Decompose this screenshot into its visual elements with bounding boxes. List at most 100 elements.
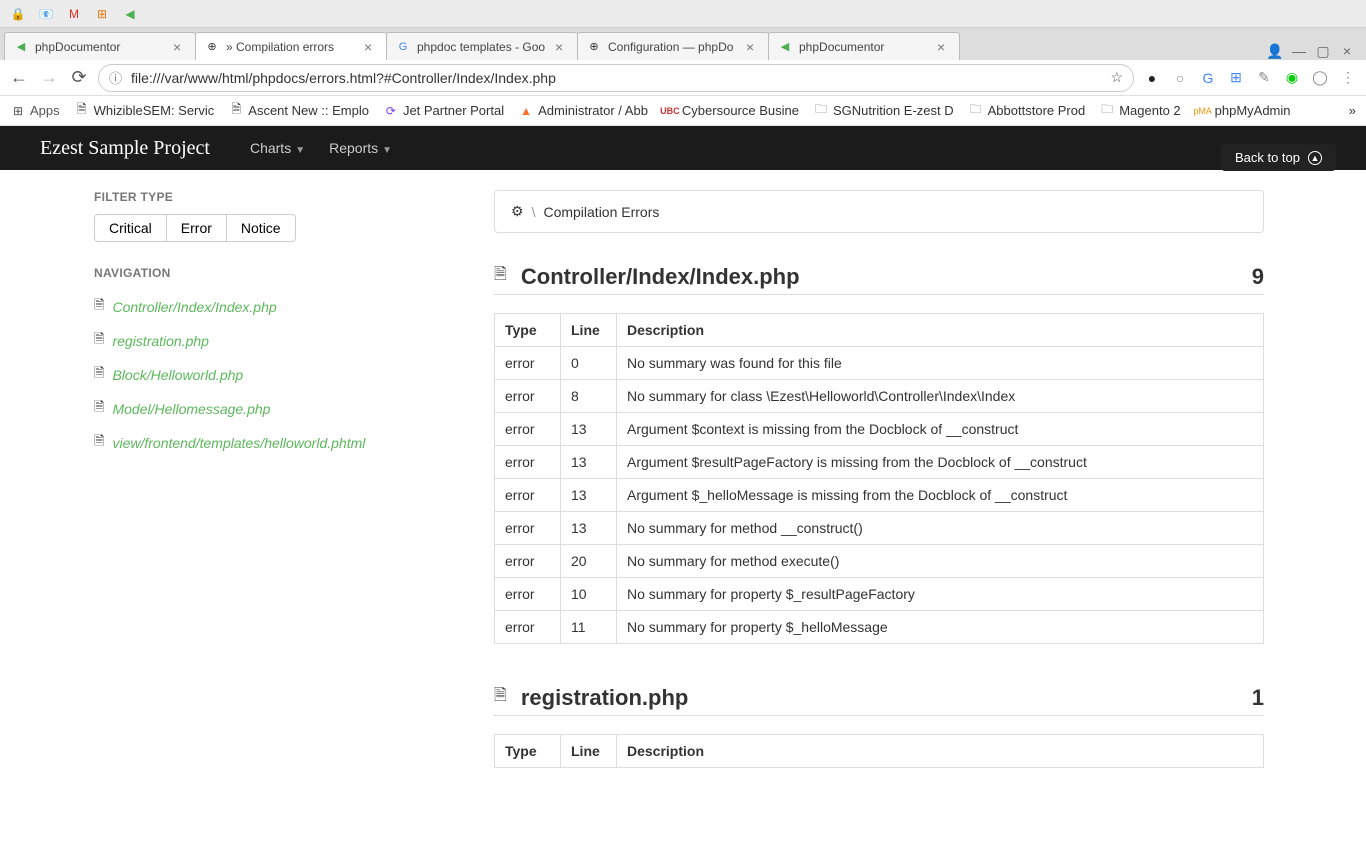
menu-charts[interactable]: Charts▼ [250, 140, 305, 156]
pma-icon: pMA [1195, 103, 1211, 119]
nav-list: 🗎Controller/Index/Index.php 🗎registratio… [94, 290, 454, 460]
filter-error-button[interactable]: Error [167, 214, 227, 242]
table-cell-line: 10 [561, 578, 617, 611]
extension-icon[interactable]: ◉ [1282, 68, 1302, 88]
errors-table: TypeLineDescriptionerror0No summary was … [494, 313, 1264, 644]
extension-icon[interactable]: ✎ [1254, 68, 1274, 88]
menu-reports[interactable]: Reports▼ [329, 140, 392, 156]
error-count: 1 [1252, 685, 1264, 711]
extension-icon[interactable]: ⊞ [1226, 68, 1246, 88]
user-icon[interactable]: 👤 [1266, 42, 1284, 60]
table-row: error13Argument $context is missing from… [495, 413, 1264, 446]
tab-title: phpDocumentor [799, 40, 933, 54]
info-icon[interactable]: ⓘ [109, 68, 125, 87]
bookmark-item[interactable]: 🗎WhizibleSEM: Servic [74, 103, 215, 119]
folder-icon: 🗀 [813, 103, 829, 119]
reload-button[interactable]: ⟳ [68, 67, 90, 89]
bookmark-item[interactable]: 🗎Ascent New :: Emplo [228, 103, 369, 119]
page-content: FILTER TYPE Critical Error Notice NAVIGA… [0, 170, 1366, 848]
bookmark-label: Administrator / Abb [538, 103, 648, 118]
nav-link[interactable]: Block/Helloworld.php [112, 367, 243, 383]
table-row: error10No summary for property $_resultP… [495, 578, 1264, 611]
file-name: registration.php [521, 685, 1252, 711]
table-cell-desc: No summary for method __construct() [617, 512, 1264, 545]
nav-link[interactable]: Model/Hellomessage.php [112, 401, 270, 417]
minimize-icon[interactable]: — [1290, 42, 1308, 60]
table-cell-line: 8 [561, 380, 617, 413]
close-window-icon[interactable]: × [1338, 42, 1356, 60]
filter-notice-button[interactable]: Notice [227, 214, 296, 242]
arrow-up-icon: ▲ [1308, 151, 1322, 165]
ubc-icon: UBC [662, 103, 678, 119]
file-icon: 🗎 [94, 330, 104, 352]
bookmark-star-icon[interactable]: ☆ [1110, 69, 1123, 86]
table-header: Description [617, 314, 1264, 347]
close-icon[interactable]: × [746, 40, 760, 54]
extension-icon[interactable]: G [1198, 68, 1218, 88]
taskbar-icon-office[interactable]: ⊞ [90, 4, 114, 24]
tab-title: phpDocumentor [35, 40, 169, 54]
apps-button[interactable]: ⊞Apps [10, 103, 60, 119]
sidebar: FILTER TYPE Critical Error Notice NAVIGA… [94, 190, 454, 808]
chevron-down-icon: ▼ [295, 145, 305, 156]
filter-critical-button[interactable]: Critical [94, 214, 167, 242]
bookmark-label: Abbottstore Prod [988, 103, 1086, 118]
file-heading: 🗎Controller/Index/Index.php9 [494, 263, 1264, 295]
address-input[interactable]: ⓘ file:///var/www/html/phpdocs/errors.ht… [98, 64, 1134, 92]
table-cell-desc: Argument $context is missing from the Do… [617, 413, 1264, 446]
extension-icon[interactable]: ● [1142, 68, 1162, 88]
browser-tab[interactable]: G phpdoc templates - Goo × [386, 32, 578, 60]
bookmark-item[interactable]: ⟳Jet Partner Portal [383, 103, 504, 119]
browser-tab[interactable]: ⊕ » Compilation errors × [195, 32, 387, 60]
back-to-top-label: Back to top [1235, 150, 1300, 165]
table-cell-type: error [495, 380, 561, 413]
table-cell-type: error [495, 611, 561, 644]
page-navbar: Ezest Sample Project Charts▼ Reports▼ [0, 126, 1366, 170]
close-icon[interactable]: × [173, 40, 187, 54]
nav-link[interactable]: Controller/Index/Index.php [112, 299, 276, 315]
bookmark-item[interactable]: 🗀SGNutrition E-zest D [813, 103, 954, 119]
table-cell-type: error [495, 578, 561, 611]
address-bar-row: ← → ⟳ ⓘ file:///var/www/html/phpdocs/err… [0, 60, 1366, 96]
nav-link[interactable]: view/frontend/templates/helloworld.phtml [112, 435, 365, 451]
menu-icon[interactable]: ⋮ [1338, 68, 1358, 88]
taskbar-icon-gmail[interactable]: M [62, 4, 86, 24]
extension-icon[interactable]: ◯ [1310, 68, 1330, 88]
bookmark-item[interactable]: 🗀 Abbottstore Prod [968, 103, 1086, 119]
maximize-icon[interactable]: ▢ [1314, 42, 1332, 60]
browser-tab[interactable]: ⊕ Configuration — phpDo × [577, 32, 769, 60]
table-cell-line: 13 [561, 512, 617, 545]
bookmark-label: Magento 2 [1119, 103, 1180, 118]
taskbar-icon-outlook[interactable]: 📧 [34, 4, 58, 24]
bookmark-label: phpMyAdmin [1215, 103, 1291, 118]
extension-icon[interactable]: ○ [1170, 68, 1190, 88]
table-cell-type: error [495, 347, 561, 380]
taskbar-icon-phpdoc[interactable]: ◀ [118, 4, 142, 24]
browser-tab[interactable]: ◀ phpDocumentor × [4, 32, 196, 60]
close-icon[interactable]: × [937, 40, 951, 54]
bookmark-label: Cybersource Busine [682, 103, 799, 118]
table-header: Line [561, 314, 617, 347]
table-cell-type: error [495, 545, 561, 578]
error-count: 9 [1252, 264, 1264, 290]
bookmark-item[interactable]: 🗀Magento 2 [1099, 103, 1180, 119]
bookmarks-overflow[interactable]: » [1349, 103, 1356, 118]
table-cell-line: 0 [561, 347, 617, 380]
page-icon: 🗎 [228, 103, 244, 119]
filter-button-group: Critical Error Notice [94, 214, 454, 242]
nav-link[interactable]: registration.php [112, 333, 209, 349]
table-row: error13Argument $resultPageFactory is mi… [495, 446, 1264, 479]
bookmark-item[interactable]: ▲Administrator / Abb [518, 103, 648, 119]
folder-icon: 🗀 [968, 103, 984, 119]
table-cell-line: 20 [561, 545, 617, 578]
taskbar-icon-lock[interactable]: 🔒 [6, 4, 30, 24]
back-button[interactable]: ← [8, 67, 30, 89]
bookmark-item[interactable]: UBC Cybersource Busine [662, 103, 799, 119]
back-to-top-button[interactable]: Back to top ▲ [1221, 144, 1336, 171]
bookmark-item[interactable]: pMA phpMyAdmin [1195, 103, 1291, 119]
browser-tab[interactable]: ◀ phpDocumentor × [768, 32, 960, 60]
file-heading: 🗎registration.php1 [494, 684, 1264, 716]
close-icon[interactable]: × [364, 40, 378, 54]
close-icon[interactable]: × [555, 40, 569, 54]
brand-title[interactable]: Ezest Sample Project [40, 137, 210, 160]
